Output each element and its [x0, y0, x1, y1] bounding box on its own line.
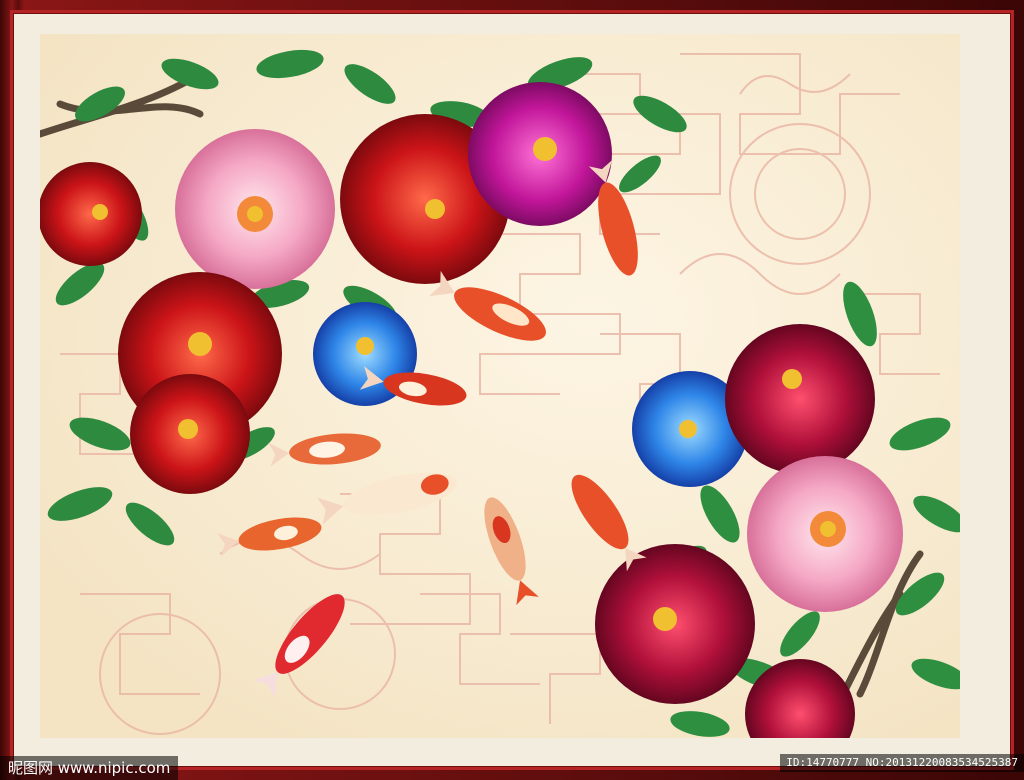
peony-flower-crimson-2	[595, 544, 755, 704]
peony-flower-magenta	[468, 82, 612, 226]
peony-flower-red-1	[40, 162, 142, 266]
picture-frame: 昵图网 www.nipic.com ID:14770777 NO:2013122…	[0, 0, 1024, 780]
peony-flower-red-4	[130, 374, 250, 494]
painting	[40, 34, 960, 738]
peony-flower-pink-1	[175, 129, 335, 289]
peony-flower-crimson-1	[725, 324, 875, 474]
peony-flower-pink-2	[747, 456, 903, 612]
watermark-id: ID:14770777 NO:20131220083534525387	[780, 754, 1024, 772]
painting-svg	[40, 34, 960, 738]
watermark-site: 昵图网 www.nipic.com	[0, 756, 179, 780]
